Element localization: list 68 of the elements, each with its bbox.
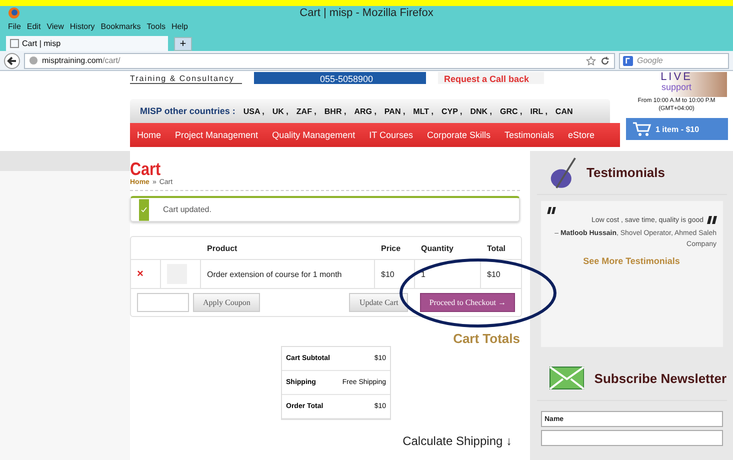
table-cell-text: $10	[486, 268, 502, 280]
column-header: Product	[206, 242, 238, 254]
reload-icon[interactable]	[600, 56, 610, 66]
country-link[interactable]: UK ,	[272, 106, 288, 116]
nav-link[interactable]: Quality Management	[272, 130, 356, 140]
apply-coupon-button[interactable]: Apply Coupon	[193, 293, 260, 312]
totals-title: Cart Totals	[453, 331, 520, 346]
search-engine-icon	[623, 56, 633, 66]
column-header: Quantity	[420, 242, 454, 255]
nav-link[interactable]: Home	[137, 130, 162, 140]
menu-item[interactable]: Help	[171, 22, 188, 31]
quill-ink-icon	[548, 156, 576, 190]
window-title: Cart | misp - Mozilla Firefox	[300, 7, 434, 19]
quote-icon	[546, 207, 556, 214]
star-icon[interactable]	[586, 56, 596, 66]
quote-icon	[706, 216, 716, 224]
email-field[interactable]	[540, 430, 722, 446]
menu-item[interactable]: View	[46, 22, 64, 31]
calculate-shipping-link[interactable]: Calculate Shipping ↓	[402, 434, 512, 448]
nav-link[interactable]: Testimonials	[504, 130, 554, 140]
browser-logo-icon	[8, 7, 20, 19]
coupon-field[interactable]	[137, 293, 189, 312]
new-tab-button[interactable]: +	[174, 37, 192, 51]
country-link[interactable]: USA ,	[243, 106, 264, 116]
country-link[interactable]: PAN ,	[384, 106, 406, 116]
table-cell: Order extension of course for 1 month	[201, 260, 375, 288]
country-link[interactable]: ZAF ,	[296, 106, 316, 116]
callback-banner[interactable]: Request a Call back	[438, 72, 544, 84]
country-link[interactable]: DNK ,	[470, 106, 492, 116]
country-link[interactable]: CAN	[555, 106, 573, 116]
country-link[interactable]: IRL ,	[530, 106, 548, 116]
notice-text: Cart updated.	[163, 205, 212, 214]
live-label: LIVE	[660, 72, 692, 82]
section-title: Subscribe Newsletter	[594, 371, 726, 386]
column-header: Total	[486, 242, 507, 254]
brand-tagline: Training & Consultancy	[130, 74, 242, 84]
envelope-icon	[548, 364, 584, 392]
table-cell: 1	[415, 260, 481, 288]
page-title: Cart	[130, 159, 162, 179]
nav-link[interactable]: eStore	[568, 130, 595, 140]
menu-item[interactable]: History	[70, 22, 95, 31]
table-cell: $10	[375, 260, 415, 288]
menu-item[interactable]: File	[8, 22, 21, 31]
call-us-banner[interactable]: 055-5058900	[254, 72, 426, 84]
nav-link[interactable]: Project Management	[175, 130, 258, 140]
country-link[interactable]: MLT ,	[413, 106, 434, 116]
menu-item[interactable]: Edit	[26, 22, 41, 31]
checkout-button[interactable]: Proceed to Checkout →	[420, 293, 515, 312]
country-link[interactable]: CYP ,	[441, 106, 462, 116]
support-label: support	[661, 82, 692, 92]
update-cart-button[interactable]: Update Cart	[349, 293, 408, 312]
countries-label: MISP other countries :	[140, 106, 236, 116]
country-link[interactable]: ARG ,	[354, 106, 376, 116]
nav-link[interactable]: Corporate Skills	[426, 130, 490, 140]
address-field[interactable]: misptraining.com/cart/	[24, 52, 615, 68]
search-field[interactable]: Google	[619, 52, 729, 68]
country-link[interactable]: BHR ,	[324, 106, 346, 116]
country-link[interactable]: GRC ,	[500, 106, 522, 116]
cart-icon	[632, 121, 652, 137]
back-icon[interactable]	[4, 52, 20, 68]
remove-link[interactable]: ×	[137, 268, 144, 280]
cart-button[interactable]: 1 item - $10	[626, 118, 728, 140]
browser-tab[interactable]: Cart | misp	[6, 36, 168, 51]
menu-item[interactable]: Tools	[146, 22, 166, 31]
menu-item[interactable]: Bookmarks	[100, 22, 141, 31]
column-header: Price	[380, 242, 402, 254]
nav-link[interactable]: IT Courses	[369, 130, 413, 140]
section-title: Testimonials	[586, 165, 666, 180]
